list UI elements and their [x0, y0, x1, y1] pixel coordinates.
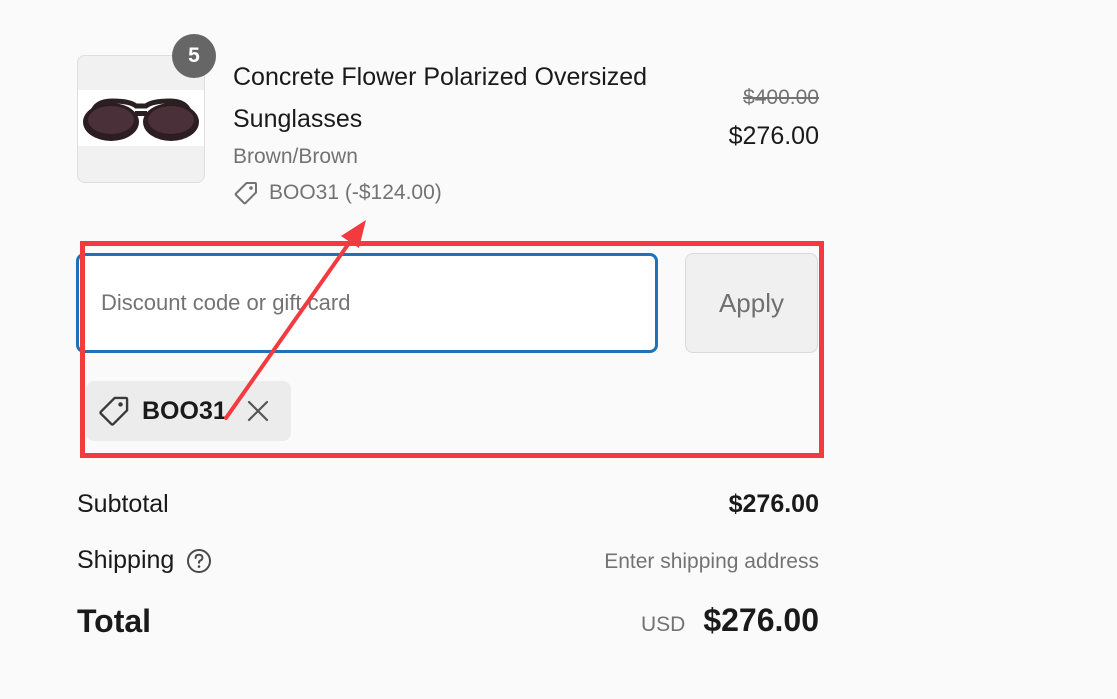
total-value: USD $276.00	[641, 602, 819, 639]
product-discount-text: BOO31 (-$124.00)	[269, 181, 442, 204]
subtotal-value: $276.00	[728, 490, 819, 518]
apply-button[interactable]: Apply	[685, 253, 818, 353]
close-icon[interactable]	[247, 400, 269, 422]
subtotal-label: Subtotal	[77, 490, 169, 518]
applied-discount-tag: BOO31	[86, 381, 291, 441]
quantity-badge: 5	[172, 34, 216, 78]
tag-icon	[234, 182, 257, 205]
product-name: Concrete Flower Polarized Oversized Sung…	[233, 63, 648, 133]
product-variant: Brown/Brown	[233, 145, 358, 168]
shipping-label: Shipping	[77, 546, 175, 574]
discount-code-input[interactable]	[76, 253, 658, 353]
original-price: $400.00	[743, 86, 819, 109]
remove-discount-button[interactable]	[244, 397, 272, 425]
total-label: Total	[77, 603, 152, 639]
tag-icon	[99, 396, 129, 426]
shipping-row-label: Shipping	[77, 546, 212, 575]
total-amount: $276.00	[703, 602, 819, 638]
total-currency: USD	[640, 613, 686, 636]
product-discount-line: BOO31 (-$124.00)	[233, 180, 442, 206]
shipping-value: Enter shipping address	[604, 550, 819, 573]
question-circle-icon[interactable]	[186, 548, 212, 574]
applied-discount-code: BOO31	[142, 396, 227, 425]
current-price: $276.00	[728, 122, 819, 150]
